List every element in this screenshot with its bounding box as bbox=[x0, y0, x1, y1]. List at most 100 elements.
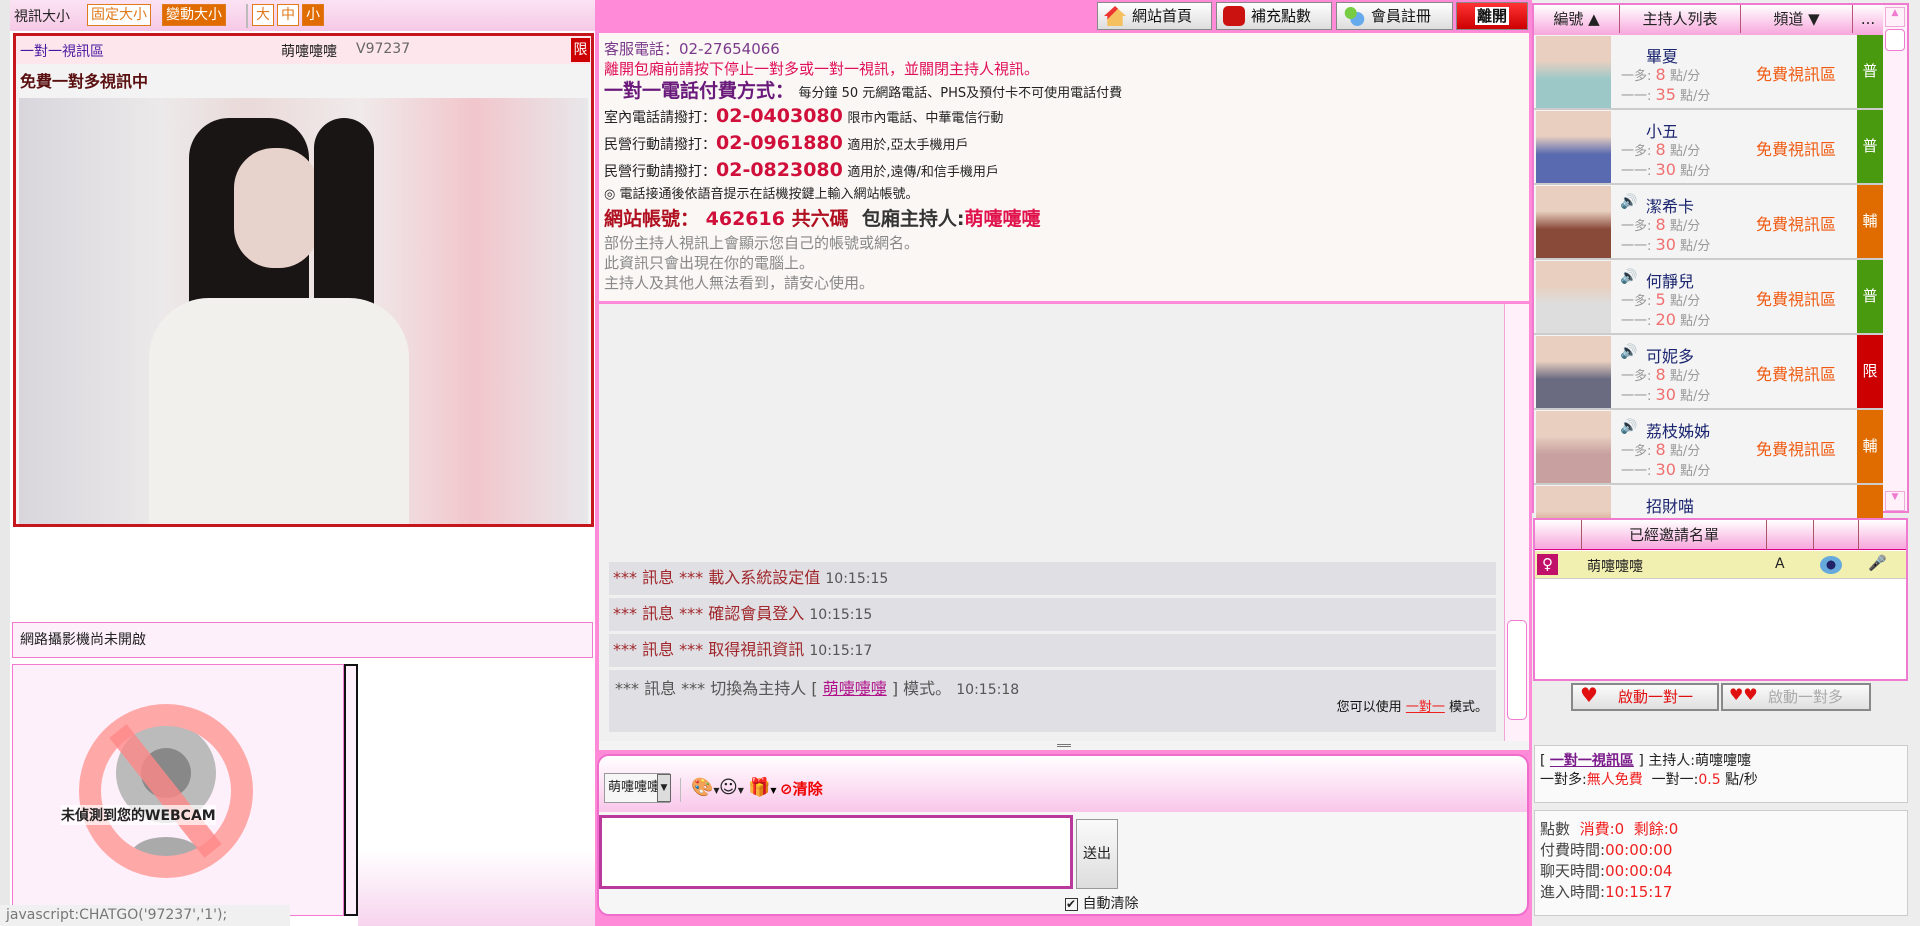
rate-many: 一多: 8 點/分 bbox=[1621, 215, 1701, 234]
host-name: 畢夏 bbox=[1646, 47, 1679, 66]
invited-list: 已經邀請名單 ♀ 萌嚏嚏嚏 A 🎤 bbox=[1533, 518, 1908, 681]
zone-label: 免費視訊區 bbox=[1756, 290, 1837, 309]
line-label: 民營行動請撥打： bbox=[604, 164, 716, 180]
invited-name: 萌嚏嚏嚏 bbox=[1587, 559, 1643, 575]
status-bar-url: javascript:CHATGO('97237','1'); bbox=[0, 905, 290, 926]
host-name: 潔希卡 bbox=[1646, 197, 1695, 216]
emoticon-icon[interactable]: ☺▼ bbox=[719, 777, 744, 798]
line-number: 02-0961880 bbox=[716, 132, 843, 154]
video-status: 免費一對多視訊中 bbox=[20, 72, 149, 91]
phone-line: 室內電話請撥打：02-0403080 限市內電話、中華電信行動 bbox=[604, 104, 1524, 131]
palette-icon[interactable]: 🎨▼ bbox=[691, 777, 720, 798]
rate-many: 一多: 8 點/分 bbox=[1621, 65, 1701, 84]
host-list-item[interactable]: 🔊 荔枝姊姊 一多: 8 點/分 一一: 30 點/分 免費視訊區 輔 bbox=[1534, 410, 1883, 485]
webcam-icon bbox=[1820, 556, 1842, 574]
rate-many: 一多: 8 點/分 bbox=[1621, 140, 1701, 159]
input-area: 萌嚏嚏嚏 ▼ 🎨▼ ☺▼ 🎁▼ ⊘清除 送出發言 ✔ 自動清除 bbox=[597, 754, 1529, 916]
chat-time: 00:00:04 bbox=[1605, 862, 1673, 880]
speaker-icon: 🔊 bbox=[1620, 344, 1638, 360]
home-label: 網站首頁 bbox=[1132, 7, 1193, 25]
chat-message: *** 訊息 *** 載入系統設定值 10:15:15 bbox=[609, 562, 1496, 595]
divider bbox=[246, 4, 248, 28]
register-label: 會員註冊 bbox=[1371, 7, 1432, 25]
points-panel: 點數 消費:0 剩餘:0 付費時間:00:00:00 聊天時間:00:00:04… bbox=[1534, 810, 1908, 916]
gift-icon[interactable]: 🎁▼ bbox=[748, 777, 777, 798]
sort-id-header[interactable]: 編號 ▲ bbox=[1534, 5, 1620, 33]
line-label: 民營行動請撥打： bbox=[604, 137, 716, 153]
register-button[interactable]: 會員註冊 bbox=[1336, 2, 1453, 30]
start-one-on-one-button[interactable]: ♥ 啟動一對一 bbox=[1571, 683, 1719, 711]
chat-message: *** 訊息 *** 確認會員登入 10:15:15 bbox=[609, 598, 1496, 631]
video-stream[interactable] bbox=[19, 98, 588, 524]
host-link[interactable]: 萌嚏嚏嚏 bbox=[823, 679, 887, 698]
large-size-button[interactable]: 大 bbox=[252, 4, 274, 26]
host-thumbnail bbox=[1536, 36, 1611, 108]
home-icon bbox=[1104, 6, 1126, 26]
fixed-size-button[interactable]: 固定大小 bbox=[87, 4, 151, 26]
points-spent: 0 bbox=[1614, 820, 1625, 838]
host-list-item[interactable]: 小五 一多: 8 點/分 一一: 30 點/分 免費視訊區 普 bbox=[1534, 110, 1883, 185]
hearts-icon: ♥♥ bbox=[1729, 685, 1758, 704]
account-label: 網站帳號： bbox=[604, 208, 700, 230]
host-list-header-title[interactable]: 主持人列表 bbox=[1620, 5, 1741, 33]
zone-label: 免費視訊區 bbox=[1756, 140, 1837, 159]
account-number: 462616 bbox=[705, 208, 785, 230]
chat-scrollbar[interactable] bbox=[1504, 304, 1529, 741]
leave-button[interactable]: 離開 bbox=[1456, 2, 1528, 30]
start-one-to-many-button[interactable]: ♥♥ 啟動一對多 bbox=[1721, 683, 1871, 711]
scroll-up-icon[interactable]: ▲ bbox=[1885, 7, 1905, 27]
splitter-handle[interactable] bbox=[599, 741, 1529, 750]
auto-clear-checkbox[interactable]: ✔ 自動清除 bbox=[1065, 893, 1138, 913]
zone-label: 免費視訊區 bbox=[1756, 365, 1837, 384]
webcam-scrollbar[interactable] bbox=[344, 664, 358, 916]
scroll-thumb[interactable] bbox=[1885, 29, 1905, 51]
host-name: 何靜兒 bbox=[1646, 272, 1695, 291]
host-list-item[interactable]: 🔊 可妮多 一多: 8 點/分 一一: 30 點/分 免費視訊區 限 bbox=[1534, 335, 1883, 410]
one-on-one-link[interactable]: 一對一 bbox=[1406, 700, 1445, 715]
video-face bbox=[234, 148, 319, 268]
host-list-item[interactable]: 🔊 何靜兒 一多: 5 點/分 一一: 20 點/分 免費視訊區 普 bbox=[1534, 260, 1883, 335]
rate-one: 一一: 30 點/分 bbox=[1621, 235, 1711, 254]
code-length: 共六碼 bbox=[791, 208, 849, 230]
video-size-label: 視訊大小 bbox=[14, 9, 70, 25]
scroll-down-icon[interactable]: ▼ bbox=[1885, 491, 1905, 511]
send-button[interactable]: 送出發言 bbox=[1076, 819, 1118, 889]
video-clothes bbox=[149, 298, 409, 524]
chat-log: *** 訊息 *** 載入系統設定值 10:15:15 *** 訊息 *** 確… bbox=[599, 304, 1504, 741]
invited-row[interactable]: ♀ 萌嚏嚏嚏 A 🎤 bbox=[1535, 551, 1906, 579]
room-host-label: 包廂主持人: bbox=[861, 208, 965, 230]
paid-time: 00:00:00 bbox=[1605, 841, 1673, 859]
left-fade bbox=[358, 850, 595, 926]
variable-size-button[interactable]: 變動大小 bbox=[162, 4, 226, 26]
small-size-button[interactable]: 小 bbox=[302, 4, 324, 26]
mode-hint: 您可以使用 一對一 模式。 bbox=[1336, 700, 1488, 715]
more-header[interactable]: ... bbox=[1853, 5, 1883, 33]
clear-button[interactable]: ⊘清除 bbox=[780, 778, 823, 799]
host-list-scrollbar[interactable]: ▲ ▼ bbox=[1883, 5, 1907, 511]
channel-header[interactable]: 頻道 ▼ bbox=[1741, 5, 1853, 33]
message-input[interactable] bbox=[599, 815, 1073, 889]
scroll-thumb[interactable] bbox=[1507, 620, 1527, 720]
host-list-item[interactable]: 畢夏 一多: 8 點/分 一一: 35 點/分 免費視訊區 普 bbox=[1534, 35, 1883, 110]
host-thumbnail bbox=[1536, 336, 1611, 408]
medium-size-button[interactable]: 中 bbox=[277, 4, 299, 26]
zone-label: 免費視訊區 bbox=[1756, 440, 1837, 459]
add-points-button[interactable]: 補充點數 bbox=[1216, 2, 1332, 30]
service-phone: 客服電話：02-27654066 bbox=[604, 40, 780, 58]
chevron-down-icon[interactable]: ▼ bbox=[657, 774, 671, 802]
speaker-icon: 🔊 bbox=[1620, 269, 1638, 285]
host-name: 招財喵 bbox=[1646, 497, 1695, 516]
webcam-preview: 未偵測到您的WEBCAM bbox=[12, 664, 344, 916]
heart-icon: ♥ bbox=[1580, 683, 1598, 707]
room-host: 萌嚏嚏嚏 bbox=[1695, 753, 1752, 769]
room-zone-link[interactable]: 一對一視訊區 bbox=[1550, 753, 1634, 769]
phone-line: 民營行動請撥打：02-0823080 適用於,遠傳/和信手機用戶 bbox=[604, 158, 1524, 185]
host-list-item[interactable]: 🔊 潔希卡 一多: 8 點/分 一一: 30 點/分 免費視訊區 輔 bbox=[1534, 185, 1883, 260]
rate-many: 一多: 8 點/分 bbox=[1621, 365, 1701, 384]
home-button[interactable]: 網站首頁 bbox=[1097, 2, 1212, 30]
info-panel: 客服電話：02-27654066 離開包廂前請按下停止一對多或一對一視訊，並關閉… bbox=[599, 33, 1529, 301]
rate-one: 一一: 30 點/分 bbox=[1621, 385, 1711, 404]
no-entry-icon: ⊘ bbox=[780, 780, 793, 798]
category-badge: 輔 bbox=[1857, 185, 1883, 258]
input-toolbar: 萌嚏嚏嚏 ▼ 🎨▼ ☺▼ 🎁▼ ⊘清除 bbox=[599, 756, 1527, 812]
